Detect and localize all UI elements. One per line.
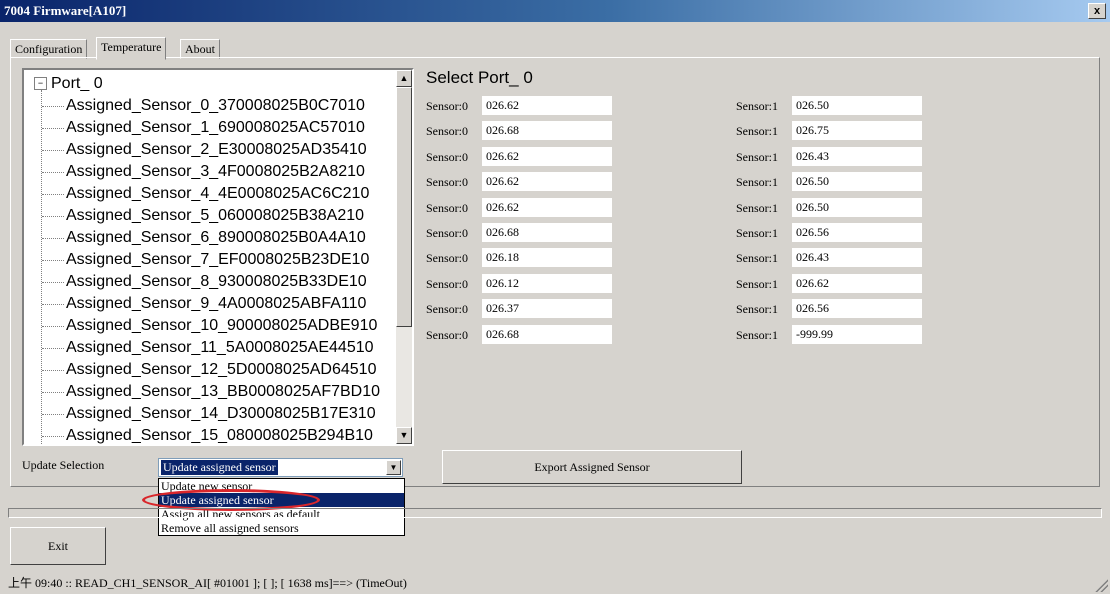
tree-guide-line — [42, 392, 64, 393]
tree-item-sensor[interactable]: Assigned_Sensor_0_370008025B0C7010 — [66, 95, 365, 117]
sensor-value-field[interactable]: 026.68 — [482, 223, 612, 242]
window-title: 7004 Firmware[A107] — [4, 3, 127, 18]
sensor-label: Sensor:1 — [736, 276, 778, 291]
tree-item-sensor[interactable]: Assigned_Sensor_15_080008025B294B10 — [66, 425, 373, 444]
close-button[interactable]: x — [1088, 3, 1106, 19]
tab-temperature[interactable]: Temperature — [96, 37, 167, 60]
sensor-value-field[interactable]: 026.62 — [792, 273, 922, 293]
update-selection-label: Update Selection — [22, 458, 105, 472]
tree-item-sensor[interactable]: Assigned_Sensor_7_EF0008025B23DE10 — [66, 249, 369, 271]
exit-button[interactable]: Exit — [10, 527, 106, 565]
tree-node-port[interactable]: − Port_ 0 — [34, 73, 103, 95]
tree-scrollbar[interactable]: ▲ ▼ — [396, 70, 412, 444]
tab-about[interactable]: About — [180, 39, 220, 59]
update-selection-combo[interactable]: Update assigned sensor ▼ — [158, 458, 403, 477]
scroll-up-arrow-icon[interactable]: ▲ — [396, 70, 412, 87]
sensor-label: Sensor:1 — [736, 226, 778, 240]
tree-item-sensor[interactable]: Assigned_Sensor_1_690008025AC57010 — [66, 117, 365, 139]
sensor-label: Sensor:1 — [736, 327, 778, 342]
title-bar: 7004 Firmware[A107] x — [0, 0, 1110, 22]
export-assigned-sensor-button[interactable]: Export Assigned Sensor — [442, 450, 742, 484]
sensor-value-field[interactable]: 026.50 — [792, 96, 922, 115]
tree-rows: − Port_ 0 Assigned_Sensor_0_370008025B0C7… — [24, 70, 396, 444]
collapse-icon[interactable]: − — [34, 77, 47, 91]
sensor-tree[interactable]: − Port_ 0 Assigned_Sensor_0_370008025B0C7… — [22, 68, 414, 446]
tree-guide-line — [42, 106, 64, 107]
tree-item-sensor[interactable]: Assigned_Sensor_6_890008025B0A4A10 — [66, 227, 366, 249]
sensor-value-field[interactable]: 026.50 — [792, 197, 922, 217]
tree-item-sensor[interactable]: Assigned_Sensor_9_4A0008025ABFA110 — [66, 293, 366, 315]
tree-item-sensor[interactable]: Assigned_Sensor_10_900008025ADBE910 — [66, 315, 377, 337]
sensor-label: Sensor:1 — [736, 175, 778, 190]
resize-grip-icon[interactable] — [1094, 578, 1108, 592]
tree-item-sensor[interactable]: Assigned_Sensor_11_5A0008025AE44510 — [66, 337, 374, 359]
sensor-value-field[interactable]: 026.75 — [792, 121, 922, 141]
sensor-label: Sensor:0 — [426, 276, 468, 291]
sensor-label: Sensor:0 — [426, 99, 468, 113]
sensor-label: Sensor:0 — [426, 124, 468, 139]
tree-item-sensor[interactable]: Assigned_Sensor_5_060008025B38A210 — [66, 205, 364, 227]
sensor-label: Sensor:1 — [736, 149, 778, 164]
sensor-value-field[interactable]: 026.56 — [792, 299, 922, 319]
sensor-value-field[interactable]: 026.18 — [482, 248, 612, 268]
option-remove-all-assigned[interactable]: Remove all assigned sensors — [159, 521, 404, 535]
chevron-down-icon[interactable]: ▼ — [386, 460, 401, 475]
tree-item-sensor[interactable]: Assigned_Sensor_14_D30008025B17E310 — [66, 403, 376, 425]
tree-guide-line — [42, 172, 64, 173]
tree-guide-line — [42, 304, 64, 305]
sensor-value-field[interactable]: 026.68 — [482, 121, 612, 141]
sensor-value-field[interactable]: 026.43 — [792, 248, 922, 268]
progress-bar — [8, 508, 1102, 518]
status-text: 上午 09:40 :: READ_CH1_SENSOR_AI[ #01001 ]… — [8, 576, 407, 590]
tree-guide-line — [42, 150, 64, 151]
tree-guide-line — [42, 260, 64, 261]
tree-guide-line — [42, 216, 64, 217]
tree-guide-line — [42, 282, 64, 283]
sensor-value-field[interactable]: 026.62 — [482, 146, 612, 166]
select-port-title: Select Port_ 0 — [426, 68, 533, 87]
sensor-value-field[interactable]: 026.62 — [482, 172, 612, 192]
scroll-thumb[interactable] — [396, 87, 412, 327]
sensor-label: Sensor:0 — [426, 200, 468, 215]
update-selection-value: Update assigned sensor — [161, 460, 278, 475]
tree-item-sensor[interactable]: Assigned_Sensor_12_5D0008025AD64510 — [66, 359, 376, 381]
tree-item-sensor[interactable]: Assigned_Sensor_4_4E0008025AC6C210 — [66, 183, 369, 205]
sensor-label: Sensor:0 — [426, 175, 468, 190]
sensor-label: Sensor:0 — [426, 149, 468, 164]
sensor-label: Sensor:1 — [736, 99, 778, 113]
sensor-value-field[interactable]: 026.62 — [482, 96, 612, 115]
sensor-label: Sensor:0 — [426, 302, 468, 317]
tree-guide-line — [41, 90, 42, 444]
tree-guide-line — [42, 194, 64, 195]
tree-guide-line — [42, 128, 64, 129]
sensor-value-field[interactable]: 026.56 — [792, 223, 922, 242]
sensor-label: Sensor:0 — [426, 327, 468, 342]
tree-item-sensor[interactable]: Assigned_Sensor_3_4F0008025B2A8210 — [66, 161, 365, 183]
scroll-down-arrow-icon[interactable]: ▼ — [396, 427, 412, 444]
tree-guide-line — [42, 436, 64, 437]
sensor-label: Sensor:1 — [736, 302, 778, 317]
tree-guide-line — [42, 414, 64, 415]
tree-guide-line — [42, 370, 64, 371]
sensor-label: Sensor:1 — [736, 251, 778, 266]
sensor-label: Sensor:1 — [736, 124, 778, 139]
sensor-value-field[interactable]: 026.68 — [482, 324, 612, 344]
sensor-value-field[interactable]: 026.62 — [482, 197, 612, 217]
sensor-value-field[interactable]: 026.12 — [482, 273, 612, 293]
sensor-label: Sensor:0 — [426, 251, 468, 266]
sensor-label: Sensor:0 — [426, 226, 468, 240]
sensor-value-field[interactable]: -999.99 — [792, 324, 922, 344]
tree-item-sensor[interactable]: Assigned_Sensor_2_E30008025AD35410 — [66, 139, 367, 161]
tree-guide-line — [42, 326, 64, 327]
sensor-label: Sensor:1 — [736, 200, 778, 215]
tree-item-sensor[interactable]: Assigned_Sensor_8_930008025B33DE10 — [66, 271, 367, 293]
sensor-value-field[interactable]: 026.37 — [482, 299, 612, 319]
tree-guide-line — [42, 238, 64, 239]
sensor-value-field[interactable]: 026.43 — [792, 146, 922, 166]
tree-port-label: Port_ 0 — [51, 75, 103, 92]
sensor-value-field[interactable]: 026.50 — [792, 172, 922, 192]
tab-configuration[interactable]: Configuration — [10, 39, 88, 59]
tree-item-sensor[interactable]: Assigned_Sensor_13_BB0008025AF7BD10 — [66, 381, 380, 403]
tree-guide-line — [42, 348, 64, 349]
